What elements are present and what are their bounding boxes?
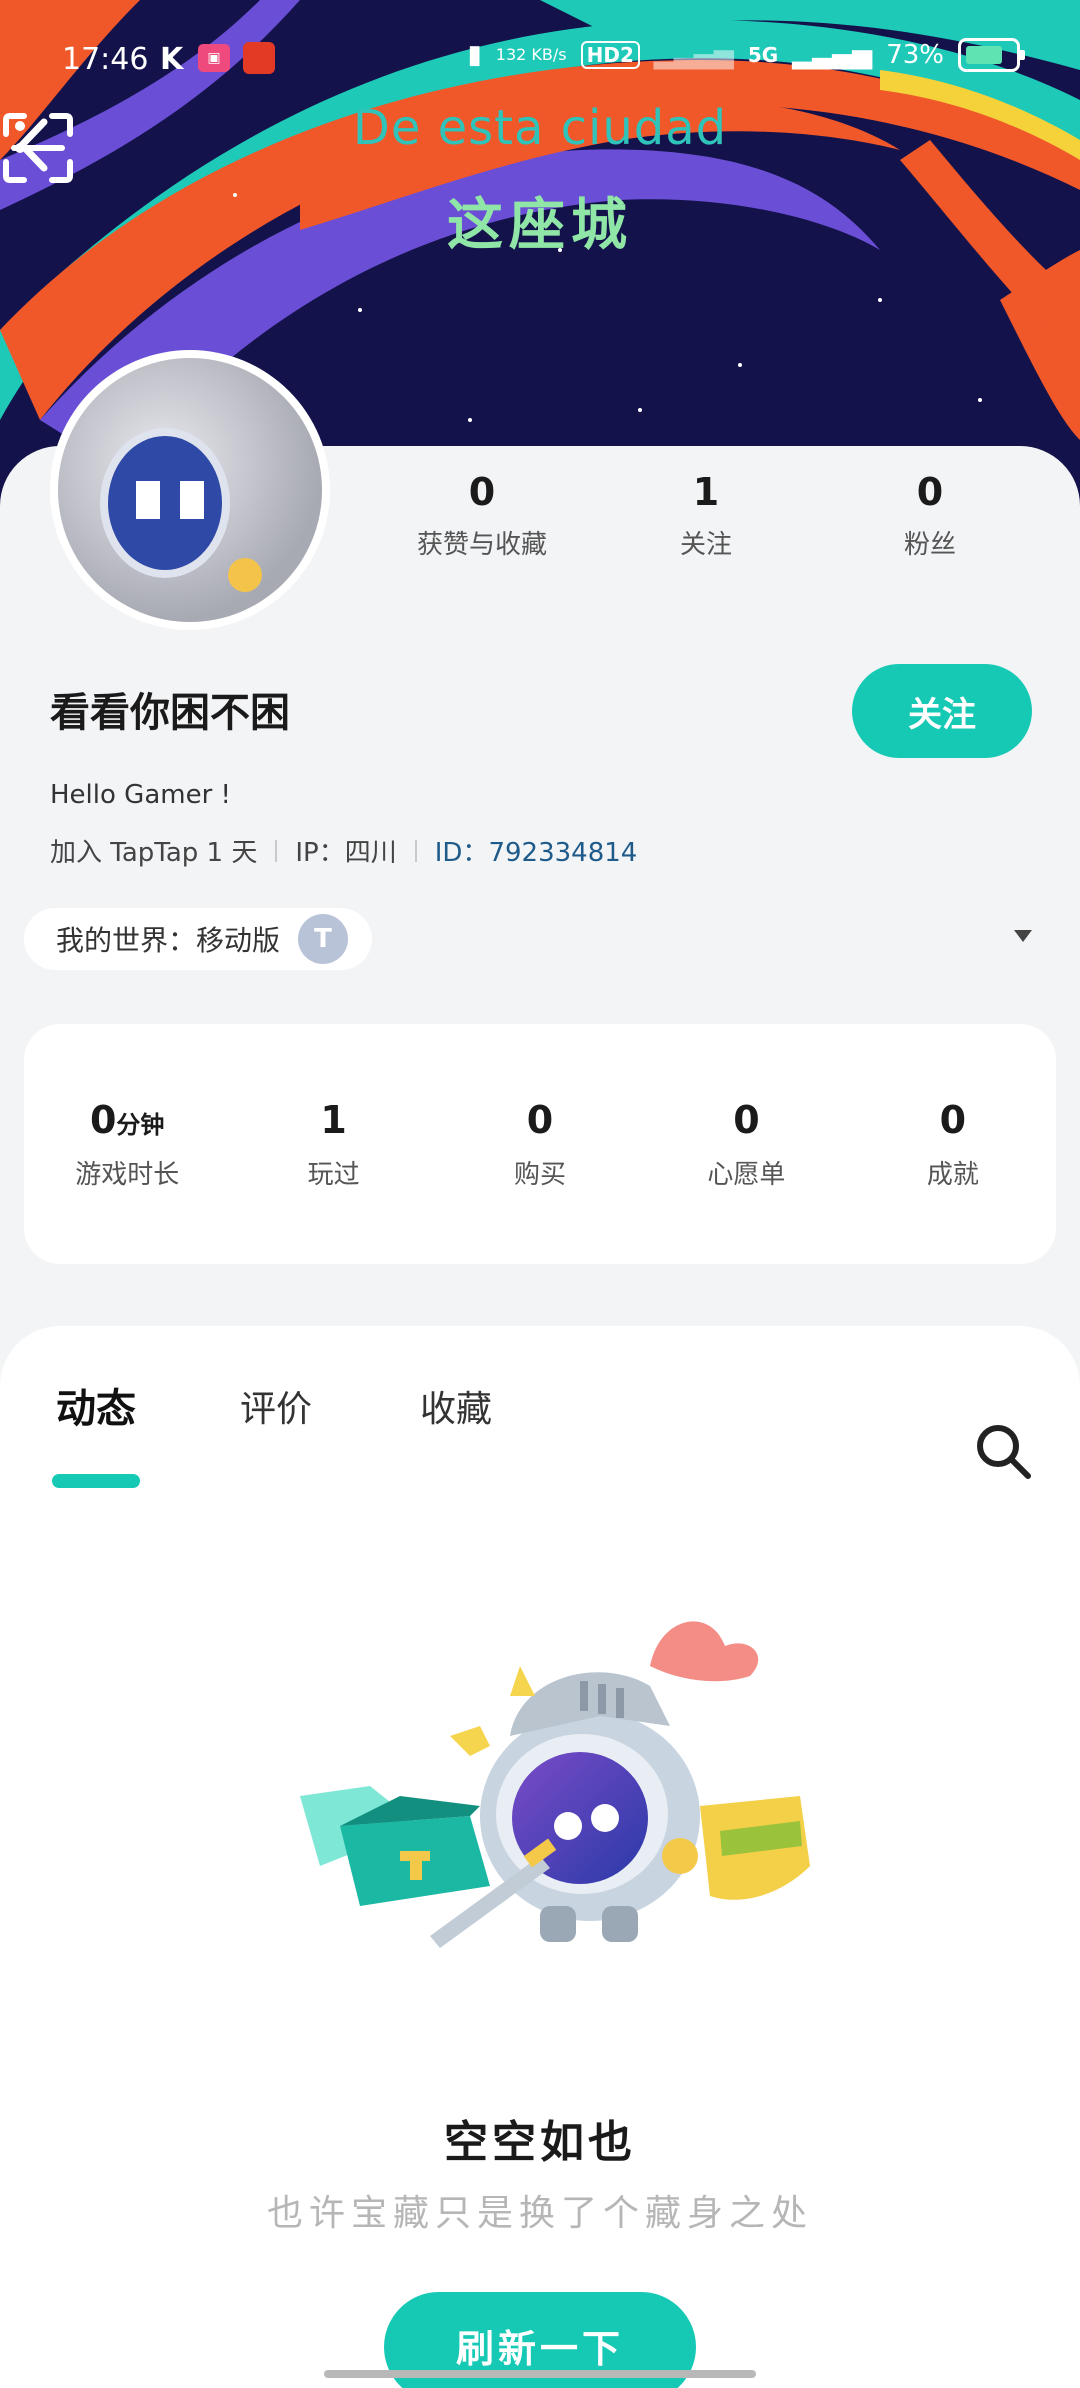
gstat-value: 0 — [89, 1097, 117, 1142]
gstat-achievements[interactable]: 0 成就 — [850, 1098, 1056, 1191]
tab-reviews[interactable]: 评价 — [240, 1380, 312, 1432]
gstat-wishlist[interactable]: 0 心愿单 — [643, 1098, 849, 1191]
stat-following[interactable]: 1 关注 — [594, 470, 818, 561]
stat-value: 0 — [468, 470, 496, 514]
network-type: 5G — [747, 43, 779, 67]
tab-underline — [52, 1474, 140, 1488]
status-time: 17:46 — [62, 42, 149, 77]
tab-favorites[interactable]: 收藏 — [420, 1380, 492, 1432]
avatar-eye-left — [136, 481, 160, 519]
stat-value: 0 — [916, 470, 944, 514]
divider — [275, 839, 278, 862]
empty-state-title: 空空如也 — [444, 2117, 636, 2168]
divider — [414, 839, 417, 862]
gstat-value: 0 — [733, 1097, 760, 1142]
avatar-eye-right — [180, 481, 204, 519]
stat-label: 获赞与收藏 — [416, 530, 547, 560]
avatar-image — [58, 358, 322, 622]
banner-title-cn: 这座城 — [447, 193, 633, 258]
follow-button[interactable]: 关注 — [852, 664, 1032, 758]
stat-value: 1 — [692, 470, 720, 514]
user-id[interactable]: ID：792334814 — [435, 832, 638, 869]
empty-state-subtitle: 也许宝藏只是换了个藏身之处 — [266, 2193, 813, 2234]
gstat-label: 成就 — [926, 1159, 979, 1190]
gstat-playtime[interactable]: 0分钟 游戏时长 — [24, 1098, 230, 1191]
taptap-badge-icon: T — [298, 914, 349, 964]
user-id-label: ID： — [434, 838, 489, 868]
notification-app-icon-2 — [243, 42, 275, 74]
gstat-purchased[interactable]: 0 购买 — [437, 1098, 643, 1191]
search-icon[interactable] — [970, 1418, 1036, 1484]
avatar[interactable] — [50, 350, 330, 630]
username: 看看你困不困 — [50, 690, 290, 736]
signal-icon-2: ▂▃▄▅ — [792, 40, 873, 70]
chevron-down-icon[interactable] — [1014, 930, 1032, 942]
profile-meta: 加入 TapTap 1 天 IP：四川 ID：792334814 — [50, 832, 637, 869]
tab-feed[interactable]: 动态 — [56, 1376, 136, 1434]
gstat-label: 游戏时长 — [75, 1159, 180, 1190]
gstat-value: 1 — [320, 1097, 347, 1142]
stat-likes[interactable]: 0 获赞与收藏 — [370, 470, 594, 561]
gstat-label: 心愿单 — [707, 1159, 786, 1190]
game-stats-card: 0分钟 游戏时长 1 玩过 0 购买 0 心愿单 0 成就 — [24, 1024, 1056, 1264]
game-chip-label: 我的世界：移动版 — [56, 924, 281, 957]
gstat-unit: 分钟 — [116, 1110, 165, 1139]
battery-icon — [958, 38, 1025, 72]
join-info: 加入 TapTap 1 天 — [50, 838, 258, 868]
signal-icon-1: ▂▃▄▅ — [653, 40, 734, 70]
hd-icon: HD2 — [580, 41, 640, 69]
network-speed: 132 KB/s — [495, 45, 567, 64]
stat-label: 关注 — [679, 530, 732, 560]
avatar-accent-dot — [228, 558, 262, 592]
battery-percent: 73% — [886, 40, 944, 70]
ip-location: IP：四川 — [295, 838, 397, 868]
profile-stats: 0 获赞与收藏 1 关注 0 粉丝 — [370, 470, 1060, 561]
gstat-label: 购买 — [514, 1159, 567, 1190]
game-chip[interactable]: 我的世界：移动版 T — [24, 908, 373, 970]
gstat-value: 0 — [526, 1097, 554, 1142]
banner-title-es: De esta ciudad — [352, 100, 728, 156]
status-bar: 17:46 K ▣ ▮ 132 KB/s HD2 ▂▃▄▅ 5G ▂▃▄▅ 73… — [0, 30, 1080, 90]
user-id-value: 792334814 — [488, 838, 638, 868]
empty-state-knight-illustration — [300, 1621, 810, 1948]
gstat-value: 0 — [939, 1097, 967, 1142]
content-panel: 动态 评价 收藏 空空如也 也许宝藏只是换了个藏身之处 刷新一下 — [0, 1326, 1080, 2388]
stat-label: 粉丝 — [903, 530, 956, 560]
avatar-robot-face — [100, 428, 230, 578]
home-indicator[interactable] — [324, 2370, 756, 2378]
tab-bar: 动态 评价 收藏 — [0, 1376, 1080, 1488]
status-k-icon: K — [160, 42, 184, 77]
notification-app-icon: ▣ — [198, 44, 230, 72]
bio: Hello Gamer ! — [50, 780, 231, 810]
gstat-played[interactable]: 1 玩过 — [230, 1098, 436, 1191]
gstat-label: 玩过 — [307, 1159, 360, 1190]
stat-followers[interactable]: 0 粉丝 — [818, 470, 1042, 561]
vibrate-icon: ▮ — [467, 40, 482, 70]
